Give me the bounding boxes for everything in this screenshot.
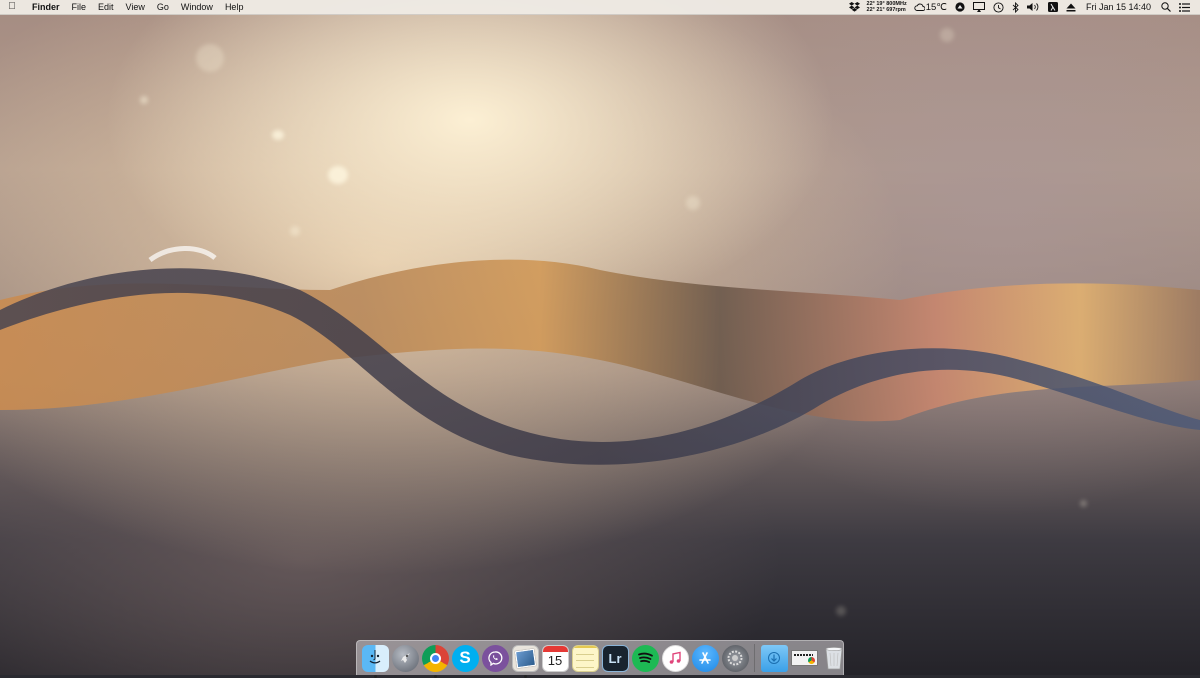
time-machine-icon[interactable] <box>989 0 1008 14</box>
calendar-icon: 15 <box>541 644 569 672</box>
itunes-icon <box>661 644 689 672</box>
bokeh-light <box>272 130 284 140</box>
wallpaper-wave-ribbon <box>0 246 1200 465</box>
menu-bar-left:  Finder File Edit View Go Window Help <box>0 0 249 14</box>
apple-logo-icon[interactable]:  <box>0 0 24 14</box>
weather-temperature: 15℃ <box>925 1 947 13</box>
spotlight-search-icon[interactable] <box>1157 0 1175 14</box>
viber-icon <box>481 644 509 672</box>
menu-bar-status-area: 22° 19° 800MHz 22° 21° 697rpm 15℃ Fri Ja… <box>845 0 1200 14</box>
dock-item-notes[interactable] <box>571 644 599 672</box>
lambda-app-icon[interactable] <box>1044 0 1062 14</box>
finder-icon <box>361 644 389 672</box>
preview-icon <box>511 644 539 672</box>
menu-view[interactable]: View <box>120 0 151 14</box>
dock-item-launchpad[interactable] <box>391 644 419 672</box>
system-preferences-icon <box>721 644 749 672</box>
eject-icon[interactable] <box>1062 0 1080 14</box>
calendar-day-number: 15 <box>547 652 563 668</box>
bokeh-light <box>1080 500 1087 507</box>
volume-icon[interactable] <box>1023 0 1044 14</box>
dock-item-viber[interactable] <box>481 644 509 672</box>
bokeh-light <box>836 606 846 616</box>
dock-item-preview[interactable] <box>511 644 539 678</box>
documents-stack-icon <box>790 645 818 672</box>
dock-item-system-preferences[interactable] <box>721 644 749 672</box>
dock: S 15 Lr <box>356 640 844 678</box>
menu-window[interactable]: Window <box>175 0 219 14</box>
dock-separator <box>754 644 755 672</box>
tunnel-app-icon[interactable] <box>951 0 969 14</box>
menu-app-finder[interactable]: Finder <box>24 0 66 14</box>
airplay-display-icon[interactable] <box>969 0 989 14</box>
dock-item-calendar[interactable]: 15 <box>541 644 569 672</box>
lightroom-icon: Lr <box>601 644 629 672</box>
downloads-folder-icon <box>760 644 788 672</box>
notification-center-icon[interactable] <box>1175 0 1194 14</box>
sensor-line-2: 22° 21° 697rpm <box>866 7 906 13</box>
cloud-icon <box>914 3 925 11</box>
chrome-icon <box>421 644 449 672</box>
dock-item-documents-stack[interactable] <box>790 645 818 672</box>
spotify-icon <box>631 644 659 672</box>
bokeh-light <box>940 28 954 42</box>
menu-go[interactable]: Go <box>151 0 175 14</box>
dock-item-itunes[interactable] <box>661 644 689 672</box>
menu-bar:  Finder File Edit View Go Window Help 2… <box>0 0 1200 15</box>
bokeh-light <box>140 96 148 104</box>
desktop-wallpaper <box>0 0 1200 675</box>
bokeh-light <box>686 196 700 210</box>
dock-item-chrome[interactable] <box>421 644 449 678</box>
notes-icon <box>571 644 599 672</box>
launchpad-icon <box>391 644 419 672</box>
bluetooth-icon[interactable] <box>1008 0 1023 14</box>
menu-file[interactable]: File <box>66 0 93 14</box>
dock-item-app-store[interactable] <box>691 644 719 672</box>
dock-item-finder[interactable] <box>361 644 389 678</box>
dropbox-icon[interactable] <box>845 0 864 14</box>
menubar-clock[interactable]: Fri Jan 15 14:40 <box>1080 0 1157 14</box>
bokeh-light <box>328 166 348 184</box>
dock-item-trash[interactable] <box>821 645 848 672</box>
dock-item-spotify[interactable] <box>631 644 659 672</box>
trash-icon <box>821 645 848 672</box>
dock-item-lightroom[interactable]: Lr <box>601 644 629 672</box>
system-sensor-readout[interactable]: 22° 19° 800MHz 22° 21° 697rpm <box>864 1 910 13</box>
menu-help[interactable]: Help <box>219 0 250 14</box>
menu-edit[interactable]: Edit <box>92 0 120 14</box>
dock-item-downloads[interactable] <box>760 644 788 672</box>
bokeh-light <box>196 44 224 72</box>
skype-icon: S <box>451 644 479 672</box>
dock-item-skype[interactable]: S <box>451 644 479 672</box>
app-store-icon <box>691 644 719 672</box>
lightroom-label: Lr <box>608 650 622 666</box>
weather-widget[interactable]: 15℃ <box>910 0 951 14</box>
